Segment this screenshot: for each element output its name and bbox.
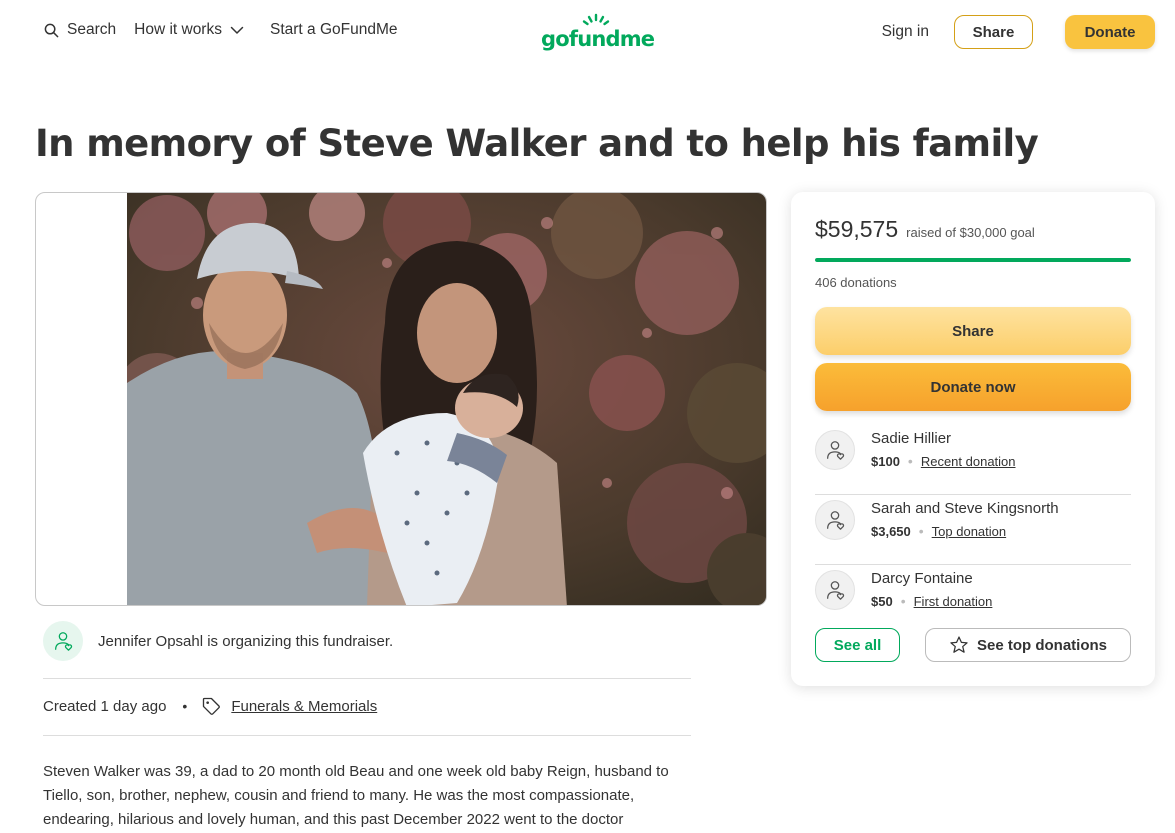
- share-button[interactable]: Share: [815, 307, 1131, 355]
- donor-row: Sadie Hillier $100 • Recent donation: [815, 425, 1131, 495]
- donation-count: 406 donations: [815, 275, 897, 290]
- story-text: Steven Walker was 39, a dad to 20 month …: [43, 763, 669, 828]
- share-button-header[interactable]: Share: [954, 15, 1033, 49]
- raised-amount: $59,575: [815, 216, 899, 242]
- donor-amount: $3,650: [871, 523, 911, 539]
- nav-left: Search How it works Start a GoFundMe: [44, 21, 398, 39]
- donor-name: Sarah and Steve Kingsnorth: [871, 500, 1059, 517]
- donor-name: Darcy Fontaine: [871, 570, 973, 587]
- star-icon: [950, 636, 968, 653]
- search-icon: [44, 23, 59, 37]
- organizer-hand-heart-icon: [55, 632, 73, 651]
- donor-type-link[interactable]: Top donation: [932, 524, 1006, 539]
- donor-avatar: [815, 500, 855, 540]
- meta-separator: •: [182, 698, 188, 714]
- tag-icon: [203, 697, 221, 715]
- raised-goal: raised of $30,000 goal: [906, 225, 1035, 240]
- donor-type-link[interactable]: First donation: [914, 594, 993, 609]
- nav-right: Sign in Share Donate: [882, 15, 1155, 49]
- donate-now-button[interactable]: Donate now: [815, 363, 1131, 411]
- organizer-row: Jennifer Opsahl is organizing this fundr…: [43, 621, 393, 661]
- see-top-donations-label: See top donations: [976, 636, 1107, 654]
- donor-detail: $100 • Recent donation: [871, 453, 1016, 469]
- donor-avatar: [815, 430, 855, 470]
- divider: [43, 678, 691, 679]
- site-header: Search How it works Start a GoFundMe gof…: [0, 0, 1175, 64]
- chevron-down-icon: [230, 26, 244, 34]
- divider: [43, 735, 691, 736]
- raised-row: $59,575 raised of $30,000 goal: [815, 216, 1035, 243]
- donor-detail: $3,650 • Top donation: [871, 523, 1059, 539]
- meta-row: Created 1 day ago • Funerals & Memorials: [43, 696, 377, 716]
- how-it-works-label: How it works: [134, 21, 222, 38]
- donor-type-link[interactable]: Recent donation: [921, 454, 1016, 469]
- donor-detail: $50 • First donation: [871, 593, 992, 609]
- donor-amount: $100: [871, 453, 900, 469]
- campaign-photo-frame[interactable]: [35, 192, 767, 606]
- logo-wordmark: gofundme: [541, 27, 655, 51]
- how-it-works-menu[interactable]: How it works: [134, 21, 244, 39]
- category-link[interactable]: Funerals & Memorials: [231, 698, 377, 715]
- donor-name: Sadie Hillier: [871, 430, 952, 447]
- donate-button-header[interactable]: Donate: [1065, 15, 1155, 49]
- donor-hand-heart-icon: [827, 581, 845, 600]
- donor-separator: •: [900, 593, 906, 609]
- start-gofundme-label: Start a GoFundMe: [269, 21, 398, 38]
- donor-row: Sarah and Steve Kingsnorth $3,650 • Top …: [815, 495, 1131, 565]
- see-all-button[interactable]: See all: [815, 628, 900, 662]
- donor-hand-heart-icon: [827, 441, 845, 460]
- search-nav-item[interactable]: Search: [44, 21, 116, 39]
- campaign-photo: [127, 193, 766, 605]
- donor-row: Darcy Fontaine $50 • First donation: [815, 565, 1131, 635]
- donor-separator: •: [918, 523, 924, 539]
- gofundme-logo[interactable]: gofundme: [541, 13, 655, 51]
- created-date: Created 1 day ago: [43, 697, 167, 715]
- search-label: Search: [67, 21, 117, 38]
- donation-card: $59,575 raised of $30,000 goal 406 donat…: [791, 192, 1155, 686]
- page-title: In memory of Steve Walker and to help hi…: [35, 122, 1039, 165]
- start-gofundme-link[interactable]: Start a GoFundMe: [270, 21, 398, 39]
- sign-in-link[interactable]: Sign in: [882, 23, 929, 41]
- progress-bar: [815, 258, 1131, 262]
- see-top-donations-button[interactable]: See top donations: [925, 628, 1131, 662]
- donor-info: Sadie Hillier $100 • Recent donation: [871, 425, 1016, 469]
- donor-info: Darcy Fontaine $50 • First donation: [871, 565, 992, 609]
- organizer-avatar: [43, 621, 83, 661]
- donor-hand-heart-icon: [827, 511, 845, 530]
- donor-amount: $50: [871, 593, 893, 609]
- organizer-text: Jennifer Opsahl is organizing this fundr…: [98, 632, 394, 650]
- donor-separator: •: [907, 453, 913, 469]
- progress-fill: [815, 258, 1131, 262]
- donor-info: Sarah and Steve Kingsnorth $3,650 • Top …: [871, 495, 1059, 539]
- donor-avatar: [815, 570, 855, 610]
